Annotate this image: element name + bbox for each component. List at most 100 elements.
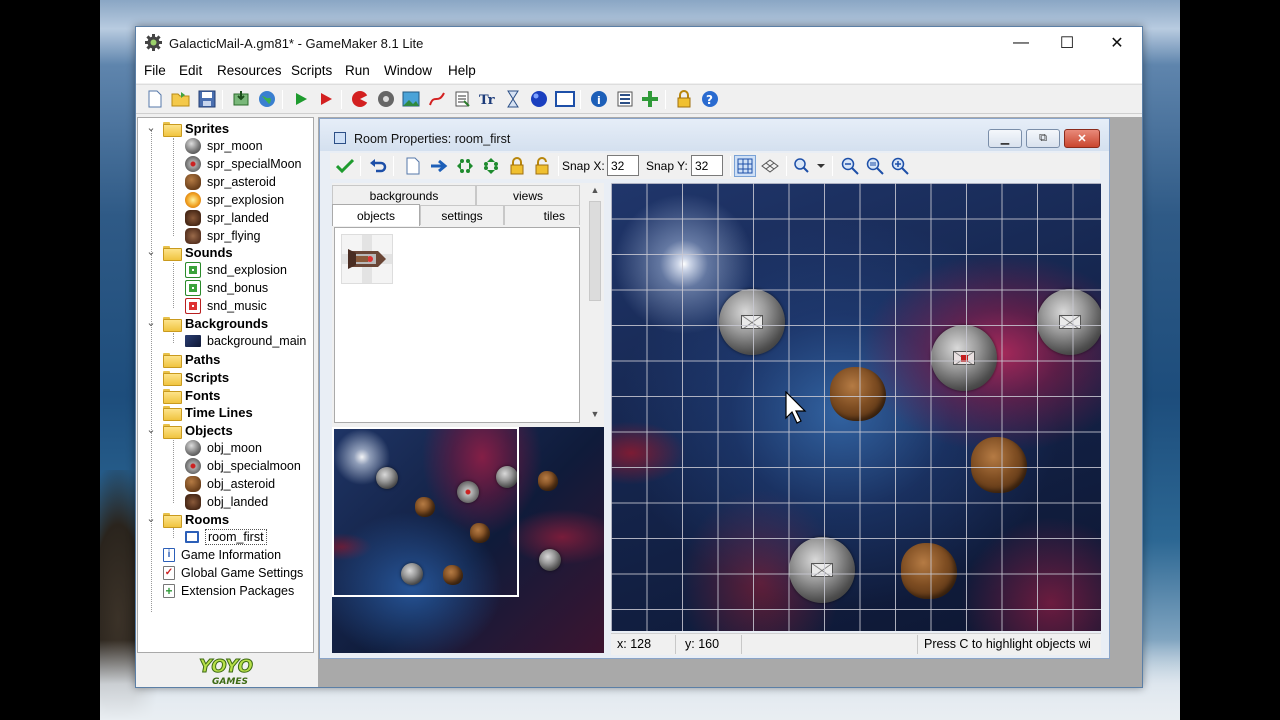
menu-scripts[interactable]: Scripts [291, 63, 332, 78]
global-settings-icon[interactable] [614, 88, 636, 110]
expand-toggle-icon[interactable]: ⌄ [145, 317, 157, 329]
tab-views[interactable]: views [476, 185, 580, 205]
room-title-bar[interactable]: Room Properties: room_first ▁ ⧉ ✕ [320, 119, 1109, 151]
tree-folder-paths[interactable]: Paths [163, 350, 220, 368]
debug-run-icon[interactable] [315, 88, 337, 110]
toggle-grid-icon[interactable] [734, 155, 756, 177]
room-restore-button[interactable]: ⧉ [1026, 129, 1060, 148]
tab-settings[interactable]: settings [420, 205, 504, 225]
tree-folder-backgrounds[interactable]: Backgrounds [163, 314, 268, 332]
sort-y-icon[interactable] [480, 155, 502, 177]
menu-window[interactable]: Window [384, 63, 432, 78]
tree-item-snd-bonus[interactable]: snd_bonus [185, 279, 268, 297]
add-sprite-icon[interactable] [349, 88, 371, 110]
sort-x-icon[interactable] [454, 155, 476, 177]
tree-item-spr-landed[interactable]: spr_landed [185, 209, 269, 227]
tab-backgrounds[interactable]: backgrounds [332, 185, 476, 205]
open-folder-icon[interactable] [170, 88, 192, 110]
minimize-button[interactable]: — [998, 27, 1044, 58]
unlock-instances-icon[interactable] [531, 155, 553, 177]
expand-toggle-icon[interactable]: ⌄ [145, 246, 157, 258]
snap-x-input[interactable] [607, 155, 639, 176]
tab-label: tiles [543, 208, 565, 223]
add-timeline-icon[interactable] [502, 88, 524, 110]
add-sound-icon[interactable] [375, 88, 397, 110]
tree-item-obj-landed[interactable]: obj_landed [185, 493, 268, 511]
tree-item-obj-specialmoon[interactable]: obj_specialmoon [185, 457, 301, 475]
help-icon[interactable]: ? [699, 88, 721, 110]
title-bar[interactable]: GalacticMail-A.gm81* - GameMaker 8.1 Lit… [136, 27, 1142, 59]
add-font-icon[interactable]: Tr [477, 88, 499, 110]
menu-help[interactable]: Help [448, 63, 476, 78]
expand-toggle-icon[interactable]: ⌄ [145, 513, 157, 525]
shift-instances-icon[interactable] [428, 155, 450, 177]
scroll-down-icon[interactable]: ▼ [589, 407, 601, 421]
zoom-in-icon[interactable] [889, 155, 911, 177]
tree-item-obj-moon[interactable]: obj_moon [185, 439, 262, 457]
export-icon[interactable] [230, 88, 252, 110]
room-minimize-button[interactable]: ▁ [988, 129, 1022, 148]
maximize-button[interactable]: ☐ [1044, 27, 1090, 58]
menu-file[interactable]: File [144, 63, 166, 78]
tree-folder-scripts[interactable]: Scripts [163, 368, 229, 386]
resource-tree[interactable]: ⌄ Sprites spr_moon spr_specialMoon spr_a… [137, 117, 314, 653]
globe-icon[interactable] [256, 88, 278, 110]
tree-item-spr-asteroid[interactable]: spr_asteroid [185, 173, 276, 191]
panel-scrollbar[interactable]: ▲ ▼ [586, 183, 604, 423]
tree-item-extension-packages[interactable]: + Extension Packages [163, 582, 294, 600]
room-minimap[interactable] [332, 427, 604, 653]
room-editor-canvas[interactable] [611, 183, 1101, 631]
minimap-view-rectangle[interactable] [332, 427, 519, 597]
zoom-reset-icon[interactable] [864, 155, 886, 177]
scroll-thumb[interactable] [589, 201, 601, 301]
tree-folder-fonts[interactable]: Fonts [163, 386, 220, 404]
lite-lock-icon[interactable] [673, 88, 695, 110]
tree-folder-timelines[interactable]: Time Lines [163, 403, 253, 421]
tab-tiles[interactable]: tiles [504, 205, 580, 225]
tree-item-background-main[interactable]: background_main [185, 332, 306, 350]
run-icon[interactable] [290, 88, 312, 110]
tree-folder-objects[interactable]: Objects [163, 421, 233, 439]
tree-item-spr-moon[interactable]: spr_moon [185, 137, 263, 155]
save-icon[interactable] [196, 88, 218, 110]
tree-folder-sounds[interactable]: Sounds [163, 243, 233, 261]
add-path-icon[interactable] [426, 88, 448, 110]
tree-item-spr-specialmoon[interactable]: spr_specialMoon [185, 155, 302, 173]
isometric-grid-icon[interactable] [759, 155, 781, 177]
new-file-icon[interactable] [144, 88, 166, 110]
extension-packages-icon[interactable] [639, 88, 661, 110]
tree-folder-rooms[interactable]: Rooms [163, 510, 229, 528]
room-close-button[interactable]: ✕ [1064, 129, 1100, 148]
object-preview-box[interactable] [334, 227, 580, 423]
snap-y-input[interactable] [691, 155, 723, 176]
zoom-out-icon[interactable] [839, 155, 861, 177]
menu-resources[interactable]: Resources [217, 63, 282, 78]
expand-toggle-icon[interactable]: ⌄ [145, 424, 157, 436]
tree-item-game-information[interactable]: i Game Information [163, 546, 281, 564]
tree-folder-sprites[interactable]: Sprites [163, 119, 229, 137]
background-thumbnail-icon [185, 335, 201, 347]
tree-item-snd-explosion[interactable]: snd_explosion [185, 261, 287, 279]
add-object-icon[interactable] [528, 88, 550, 110]
menu-run[interactable]: Run [345, 63, 370, 78]
selected-object-thumbnail[interactable] [341, 234, 393, 284]
confirm-icon[interactable] [334, 155, 356, 177]
undo-icon[interactable] [367, 155, 389, 177]
expand-toggle-icon[interactable]: ⌄ [145, 122, 157, 134]
menu-edit[interactable]: Edit [179, 63, 202, 78]
scroll-up-icon[interactable]: ▲ [589, 183, 601, 197]
add-room-icon[interactable] [554, 88, 576, 110]
zoom-dropdown[interactable] [792, 155, 828, 177]
tree-item-obj-asteroid[interactable]: obj_asteroid [185, 475, 275, 493]
clear-room-icon[interactable] [402, 155, 424, 177]
add-script-icon[interactable] [451, 88, 473, 110]
tree-item-spr-explosion[interactable]: spr_explosion [185, 191, 284, 209]
tree-item-snd-music[interactable]: snd_music [185, 297, 267, 315]
tab-objects[interactable]: objects [332, 204, 420, 226]
close-button[interactable]: ✕ [1094, 27, 1140, 58]
game-info-icon[interactable]: i [588, 88, 610, 110]
tree-item-global-game-settings[interactable]: ✓ Global Game Settings [163, 564, 303, 582]
tree-item-room-first[interactable]: room_first [185, 528, 267, 546]
lock-instances-icon[interactable] [506, 155, 528, 177]
add-background-icon[interactable] [400, 88, 422, 110]
